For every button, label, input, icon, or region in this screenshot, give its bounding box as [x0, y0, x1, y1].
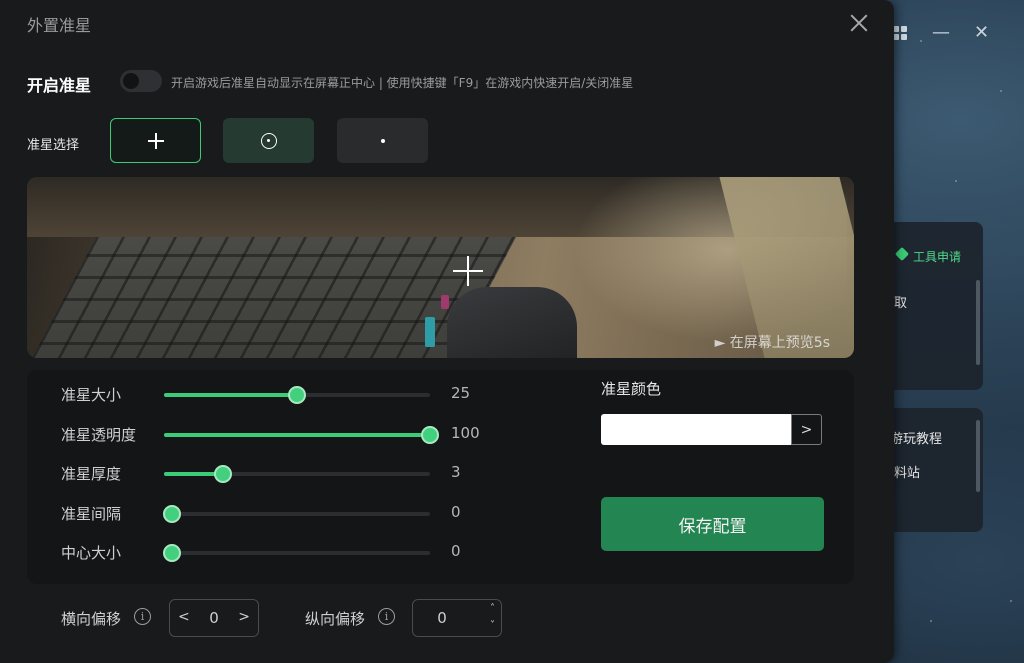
dialog-title: 外置准星 — [27, 16, 92, 35]
slider-value: 25 — [451, 384, 471, 402]
slider-label: 准星透明度 — [61, 426, 137, 444]
color-label: 准星颜色 — [601, 380, 662, 398]
info-icon[interactable]: i — [134, 608, 151, 625]
save-config-button[interactable]: 保存配置 — [601, 497, 824, 551]
bg-item[interactable]: 取 — [894, 292, 907, 311]
preview-weapon — [425, 317, 435, 347]
slider-row-thickness: 准星厚度 3 — [27, 463, 507, 485]
star-decoration — [1010, 600, 1012, 602]
slider-thumb[interactable] — [421, 426, 439, 444]
gap-slider[interactable] — [162, 505, 430, 523]
slider-thumb[interactable] — [288, 386, 306, 404]
spin-up-icon[interactable]: ˄ — [490, 603, 495, 614]
circle-dot-icon — [260, 132, 277, 149]
app-grid-icon[interactable] — [893, 26, 907, 40]
scrollbar[interactable] — [976, 420, 980, 492]
slider-value: 3 — [451, 463, 461, 481]
minimize-icon[interactable]: — — [932, 22, 950, 43]
vertical-offset-stepper[interactable]: 0 ˄ ˅ — [412, 599, 502, 637]
slider-label: 准星间隔 — [61, 505, 122, 523]
crosshair-preview: ► 在屏幕上预览5s — [27, 177, 854, 358]
thickness-slider[interactable] — [164, 465, 430, 483]
crosshair-style-cross-button[interactable] — [110, 118, 201, 163]
star-decoration — [1000, 90, 1002, 92]
slider-row-gap: 准星间隔 0 — [27, 503, 507, 525]
slider-label: 准星大小 — [61, 386, 122, 404]
opacity-slider[interactable] — [164, 426, 439, 444]
star-decoration — [920, 40, 922, 42]
slider-thumb[interactable] — [162, 505, 181, 523]
crosshair-style-dot-button[interactable] — [337, 118, 428, 163]
scrollbar[interactable] — [976, 280, 980, 365]
bg-item[interactable]: 游玩教程 — [890, 428, 942, 447]
slider-row-opacity: 准星透明度 100 — [27, 424, 507, 446]
horizontal-offset-stepper[interactable]: < 0 > — [169, 599, 259, 637]
info-icon[interactable]: i — [378, 608, 395, 625]
slider-value: 100 — [451, 424, 480, 442]
vertical-offset-label: 纵向偏移 — [305, 610, 366, 628]
cross-icon — [147, 132, 164, 149]
enable-hint: 开启游戏后准星自动显示在屏幕正中心 | 使用快捷键「F9」在游戏内快速开启/关闭… — [171, 76, 634, 90]
vertical-offset-value: 0 — [437, 609, 447, 627]
preview-weapon — [447, 287, 577, 358]
star-decoration — [955, 180, 957, 182]
spin-down-icon[interactable]: ˅ — [490, 620, 495, 631]
horizontal-offset-label: 横向偏移 — [61, 610, 122, 628]
color-picker-button[interactable]: > — [791, 414, 822, 445]
bg-item[interactable]: 料站 — [894, 462, 920, 481]
preview-weapon — [441, 295, 449, 309]
close-icon[interactable] — [848, 12, 870, 34]
slider-thumb[interactable] — [213, 465, 232, 483]
slider-value: 0 — [451, 542, 461, 560]
slider-row-center-size: 中心大小 0 — [27, 542, 507, 564]
dot-icon — [380, 138, 385, 143]
slider-label: 中心大小 — [61, 544, 122, 562]
crosshair-dialog: 外置准星 开启准星 开启游戏后准星自动显示在屏幕正中心 | 使用快捷键「F9」在… — [0, 0, 894, 663]
center-size-slider[interactable] — [162, 544, 430, 562]
slider-fill — [164, 393, 297, 397]
size-slider[interactable] — [164, 386, 430, 404]
increment-button[interactable]: > — [238, 609, 250, 625]
slider-row-size: 准星大小 25 — [27, 384, 507, 406]
settings-panel: 准星大小 25 准星透明度 100 准星厚度 3 准星间隔 0 中心大小 0 准… — [27, 370, 854, 584]
color-swatch-field[interactable] — [601, 414, 791, 445]
slider-label: 准星厚度 — [61, 465, 122, 483]
enable-label: 开启准星 — [27, 76, 92, 95]
toggle-knob — [123, 73, 139, 89]
tool-apply-link[interactable]: 工具申请 — [913, 248, 961, 265]
app-close-icon[interactable]: ✕ — [974, 22, 989, 43]
preview-crosshair — [453, 256, 483, 286]
preview-on-screen-button[interactable]: ► 在屏幕上预览5s — [715, 332, 830, 352]
slider-fill — [164, 433, 430, 437]
enable-toggle[interactable] — [120, 70, 162, 92]
crosshair-select-label: 准星选择 — [27, 138, 80, 153]
slider-thumb[interactable] — [162, 544, 181, 562]
slider-value: 0 — [451, 503, 461, 521]
star-decoration — [930, 620, 932, 622]
crosshair-style-circle-button[interactable] — [223, 118, 314, 163]
